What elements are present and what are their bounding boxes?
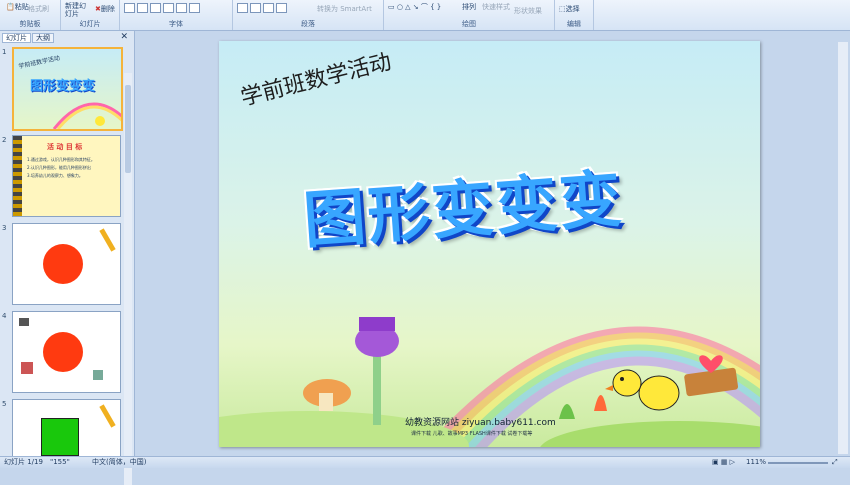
slide-canvas[interactable]: 学前班数学活动 图形变变变 幼教资源网站 ziyuan.baby611.com … [219,41,760,447]
editing-group: ⬚选择 编辑 [555,0,594,30]
thumb-heading: 活 动 目 标 [47,143,83,151]
thumb-text: 1.通过游戏，认识几种图形和其特征。 2.认识几种图形，能用几种图形拼出 3.培… [27,157,95,178]
underline-icon[interactable] [150,3,161,13]
zoom-slider[interactable] [768,462,828,464]
fit-icon[interactable]: ⤢ [832,457,838,468]
theme-name: "155" [50,458,70,466]
pencil-icon [99,228,116,252]
slide-count: 幻灯片 1/19 [4,458,43,466]
panel-scroll-thumb[interactable] [125,85,131,173]
font-group: 字体 [120,0,233,30]
slide-thumbnail-2[interactable]: 活 动 目 标 1.通过游戏，认识几种图形和其特征。 2.认识几种图形，能用几种… [12,135,121,217]
arrange-button[interactable]: 排列 [462,2,476,12]
slides-label: 幻灯片 [79,20,101,28]
thumb-circle [43,244,83,284]
justify-icon[interactable] [276,3,287,13]
drawing-label: 绘图 [462,20,476,28]
slide-number: 2 [2,136,7,144]
font-format-buttons[interactable] [124,3,202,13]
tab-slides[interactable]: 幻灯片 [2,33,31,43]
thumb-object [21,362,33,374]
close-icon[interactable]: ✕ [120,32,128,42]
quick-styles-button[interactable]: 快速样式 [482,2,510,12]
status-bar: 幻灯片 1/19 "155" 中文(简体，中国) ▣ ▦ ▷ 111% ⤢ [0,456,850,468]
thumb-object [93,370,103,380]
ribbon: 📋粘贴 格式刷 剪贴板 新建幻灯片 ✖删除 幻灯片 字体 转换为 SmartAr… [0,0,850,31]
select-icon: ⬚ [559,5,566,13]
panel-tabs: 幻灯片 大纲 [2,33,55,43]
shape-effects-button[interactable]: 形状效果 [514,6,542,16]
select-button[interactable]: ⬚选择 [559,4,580,14]
convert-smartart-button[interactable]: 转换为 SmartArt [317,4,372,14]
slides-panel: 幻灯片 大纲 ✕ 1 学前班数学活动 图形变变变 2 活 动 目 标 1.通过游戏… [0,31,135,485]
language[interactable]: 中文(简体，中国) [92,457,146,468]
thumb-object [19,318,29,326]
slide-thumbnail-3[interactable] [12,223,121,305]
font-color-icon[interactable] [189,3,200,13]
pencil-icon [99,404,116,428]
slide-number: 5 [2,400,7,408]
align-right-icon[interactable] [263,3,274,13]
slide-thumbnail-5[interactable] [12,399,121,457]
clipboard-group: 📋粘贴 格式刷 剪贴板 [0,0,61,30]
paragraph-label: 段落 [301,20,315,28]
slide-number: 3 [2,224,7,232]
panel-scrollbar[interactable] [124,73,132,485]
paste-button[interactable]: 📋粘贴 [6,2,29,12]
thumb-rainbow [52,102,121,129]
paste-icon: 📋 [6,3,15,11]
slide-number: 1 [2,48,7,56]
view-buttons[interactable]: ▣ ▦ ▷ [712,457,735,468]
delete-slide-button[interactable]: ✖删除 [95,4,115,14]
italic-icon[interactable] [137,3,148,13]
slide-footer-links: 课件下载 儿歌、故事MP3 FLASH课件下载 试卷下载等 [411,431,533,437]
clipboard-label: 剪贴板 [19,20,41,28]
thumb-circle [43,332,83,372]
slide-thumbnail-4[interactable] [12,311,121,393]
tab-outline[interactable]: 大纲 [32,33,54,43]
new-slide-button[interactable]: 新建幻灯片 [65,2,89,18]
slide-website: 幼教资源网站 ziyuan.baby611.com [405,418,556,428]
drawing-group: ▭ ○ △ ↘ ⌒ { } 排列 快速样式 形状效果 绘图 [384,0,555,30]
slides-group: 新建幻灯片 ✖删除 幻灯片 [61,0,120,30]
thumb-film-strip [13,136,22,216]
shapes-gallery[interactable]: ▭ ○ △ ↘ ⌒ { } [388,2,441,12]
format-painter-button[interactable]: 格式刷 [28,4,49,14]
align-center-icon[interactable] [250,3,261,13]
main-scrollbar[interactable] [838,42,848,454]
bold-icon[interactable] [124,3,135,13]
paragraph-group: 转换为 SmartArt 段落 [233,0,384,30]
shadow-icon[interactable] [176,3,187,13]
slide-number: 4 [2,312,7,320]
slide-thumbnail-1[interactable]: 学前班数学活动 图形变变变 [12,47,123,131]
align-left-icon[interactable] [237,3,248,13]
thumb-square [41,418,79,456]
strike-icon[interactable] [163,3,174,13]
editing-label: 编辑 [567,20,581,28]
zoom-level[interactable]: 111% [746,457,766,468]
align-buttons[interactable] [237,3,289,13]
font-label: 字体 [169,20,183,28]
